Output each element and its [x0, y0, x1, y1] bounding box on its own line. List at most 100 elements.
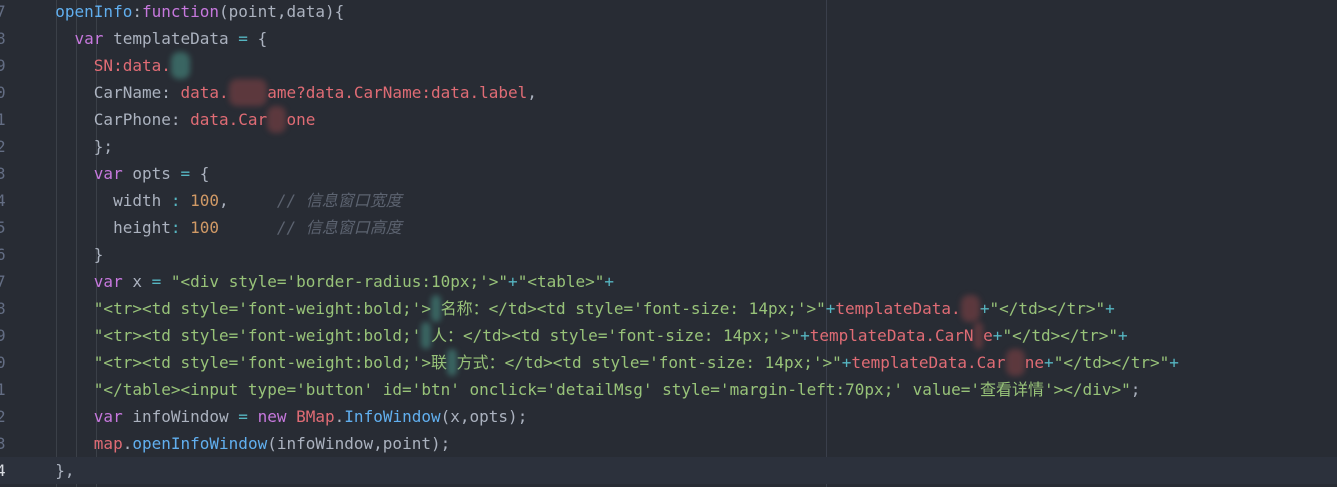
code-token: = — [180, 164, 191, 183]
code-line[interactable]: 1 CarPhone: data.Car one — [0, 106, 1337, 133]
code-token: 100 — [190, 218, 220, 237]
code-line[interactable]: 4 }, — [0, 457, 1337, 484]
code-line[interactable]: 3 var opts = { — [0, 160, 1337, 187]
code-token: templateData.CarN — [809, 326, 974, 345]
line-number: 1 — [0, 380, 6, 399]
code-line[interactable]: 7 openInfo:function(point,data){ — [0, 0, 1337, 25]
code-token: data. — [180, 83, 229, 102]
code-line[interactable]: 2 var infoWindow = new BMap.InfoWindow(x… — [0, 403, 1337, 430]
code-line[interactable]: 8 var templateData = { — [0, 25, 1337, 52]
code-token: : — [170, 191, 181, 210]
code-text: }; — [36, 133, 113, 160]
code-text: var templateData = { — [36, 25, 268, 52]
code-token: 名称：</td><td style='font-size: 14px;'>" — [440, 299, 826, 318]
line-number: 4 — [0, 461, 6, 480]
code-token: 100 — [190, 191, 220, 210]
code-token: = — [238, 407, 248, 426]
line-number: 4 — [0, 191, 6, 210]
code-token: } — [93, 245, 104, 264]
code-token: : — [132, 2, 142, 21]
code-token: data. — [122, 56, 171, 75]
code-line[interactable]: 2 }; — [0, 133, 1337, 160]
code-token: // 信息窗口高度 — [276, 218, 402, 237]
line-number: 3 — [0, 434, 6, 453]
code-token: }; — [93, 137, 114, 156]
code-text: CarPhone: data.Car one — [36, 106, 315, 133]
code-token: "<table>" — [517, 272, 605, 291]
code-line[interactable]: 0 CarName: data. ame?data.CarName:data.l… — [0, 79, 1337, 106]
code-token: "</table><input type='button' id='btn' o… — [93, 380, 1131, 399]
code-line[interactable]: 9 "<tr><td style='font-weight:bold;' 人：<… — [0, 322, 1337, 349]
code-token: new — [257, 407, 287, 426]
line-number: 6 — [0, 245, 6, 264]
code-token: BMap — [296, 407, 335, 426]
code-token: + — [1118, 326, 1128, 345]
code-token: InfoWindow — [344, 407, 441, 426]
code-token: templateData. — [835, 299, 961, 318]
code-token: "<tr><td style='font-weight:bold;'>联 — [93, 353, 447, 372]
code-token: . — [122, 434, 133, 453]
code-line[interactable]: 5 height: 100 // 信息窗口高度 — [0, 214, 1337, 241]
code-token: x — [122, 272, 152, 291]
code-token: + — [841, 353, 852, 372]
code-token: ; — [1130, 380, 1141, 399]
line-number: 9 — [0, 326, 6, 345]
code-token: ne — [1024, 353, 1045, 372]
code-line[interactable]: 9 SN:data. — [0, 52, 1337, 79]
code-token: { — [247, 29, 268, 48]
code-token: "<tr><td style='font-weight:bold;' — [93, 326, 422, 345]
code-text: map.openInfoWindow(infoWindow,point); — [36, 430, 450, 457]
code-token: "</td></tr>" — [989, 299, 1106, 318]
code-token: . — [334, 407, 345, 426]
code-token: var — [74, 29, 104, 48]
code-token: + — [1044, 353, 1054, 372]
code-line[interactable]: 8 "<tr><td style='font-weight:bold;'> 名称… — [0, 295, 1337, 322]
code-line[interactable]: 7 var x = "<div style='border-radius:10p… — [0, 268, 1337, 295]
code-token: openInfo — [55, 2, 133, 21]
redacted-blur — [1005, 349, 1025, 376]
code-editor[interactable]: 7 openInfo:function(point,data){8 var te… — [0, 0, 1337, 487]
code-token: var — [93, 407, 123, 426]
code-token: ame?data.CarName:data.label — [267, 83, 528, 102]
code-token: + — [979, 299, 990, 318]
code-token: (point,data){ — [219, 2, 345, 21]
code-token: e — [983, 326, 993, 345]
line-number: 5 — [0, 218, 6, 237]
code-line[interactable]: 1 "</table><input type='button' id='btn'… — [0, 376, 1337, 403]
code-line[interactable]: 4 width : 100, // 信息窗口宽度 — [0, 187, 1337, 214]
code-token: (x,opts); — [440, 407, 528, 426]
code-line[interactable]: 3 map.openInfoWindow(infoWindow,point); — [0, 430, 1337, 457]
line-number: 8 — [0, 29, 6, 48]
redacted-blur — [228, 79, 268, 106]
code-text: }, — [36, 457, 75, 484]
code-text: height: 100 // 信息窗口高度 — [36, 214, 402, 241]
code-line[interactable]: 6 } — [0, 241, 1337, 268]
code-token: }, — [55, 461, 75, 480]
line-number: 2 — [0, 407, 6, 426]
code-token: width — [113, 191, 171, 210]
code-token: infoWindow — [122, 407, 239, 426]
redacted-blur — [267, 106, 287, 133]
code-token: , — [219, 191, 277, 210]
code-token: 方式：</td><td style='font-size: 14px;'>" — [456, 353, 842, 372]
code-token: data.Car — [190, 110, 268, 129]
code-line[interactable]: 0 "<tr><td style='font-weight:bold;'>联 方… — [0, 349, 1337, 376]
line-number: 9 — [0, 56, 6, 75]
code-text: openInfo:function(point,data){ — [36, 0, 344, 25]
